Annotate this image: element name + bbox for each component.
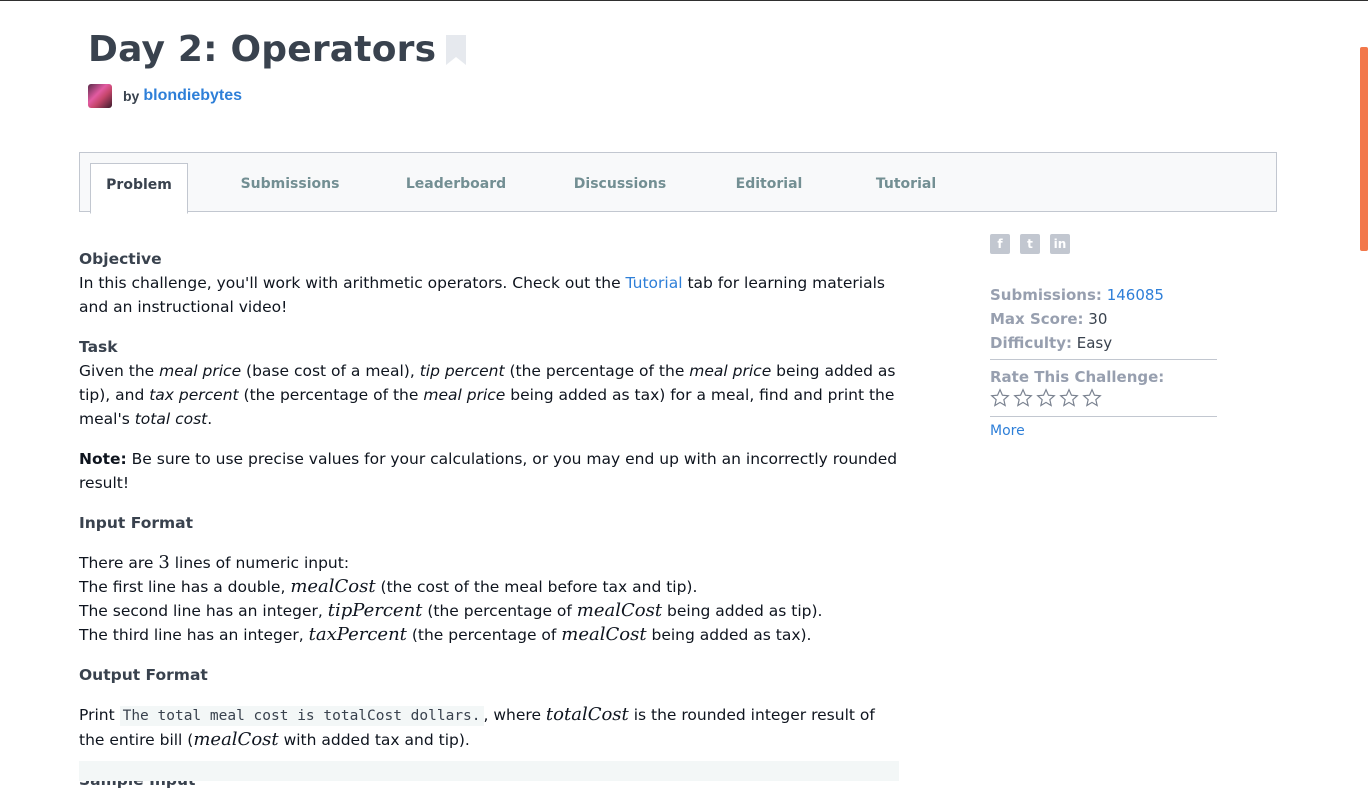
max-score-label: Max Score: xyxy=(990,310,1084,328)
task-emphasis: total cost xyxy=(134,410,208,428)
output-text: Print xyxy=(79,706,120,724)
author-row: by blondiebytes xyxy=(88,84,466,108)
math-variable: mealCost xyxy=(290,576,376,597)
tab-submissions[interactable]: Submissions xyxy=(230,163,350,214)
difficulty-value: Easy xyxy=(1076,334,1113,352)
challenge-tabs: Problem Submissions Leaderboard Discussi… xyxy=(79,152,1277,214)
facebook-icon[interactable]: f xyxy=(990,234,1010,254)
tab-leaderboard[interactable]: Leaderboard xyxy=(400,163,512,214)
output-text: with added tax and tip). xyxy=(278,731,470,749)
input-text: There are xyxy=(79,554,159,572)
task-emphasis: tax percent xyxy=(149,386,239,404)
output-format-body: Print The total meal cost is totalCost d… xyxy=(79,703,899,752)
star-icon[interactable] xyxy=(1013,388,1033,408)
star-icon[interactable] xyxy=(990,388,1010,408)
more-link[interactable]: More xyxy=(990,423,1217,439)
sample-input-box xyxy=(79,761,899,781)
task-section: Task Given the meal price (base cost of … xyxy=(79,335,899,431)
input-format-section: Input Format xyxy=(79,511,899,535)
star-icon[interactable] xyxy=(1036,388,1056,408)
output-format-heading: Output Format xyxy=(79,666,208,684)
rating-stars xyxy=(990,388,1217,408)
output-code: The total meal cost is totalCost dollars… xyxy=(119,706,484,726)
submissions-label: Submissions: xyxy=(990,286,1102,304)
input-text: (the percentage of xyxy=(406,626,562,644)
challenge-header: Day 2: Operators by blondiebytes xyxy=(88,29,467,108)
star-icon[interactable] xyxy=(1082,388,1102,408)
title-row: Day 2: Operators xyxy=(88,29,467,70)
note-text: Be sure to use precise values for your c… xyxy=(79,450,898,492)
tutorial-link[interactable]: Tutorial xyxy=(626,274,683,292)
math-variable: mealCost xyxy=(561,624,647,645)
task-text: Given the xyxy=(79,362,160,380)
rate-challenge: Rate This Challenge: xyxy=(990,368,1217,417)
tab-editorial[interactable]: Editorial xyxy=(728,163,810,214)
submissions-count-link[interactable]: 146085 xyxy=(1107,286,1164,304)
input-text: The third line has an integer, xyxy=(79,626,309,644)
objective-heading: Objective xyxy=(79,250,162,268)
difficulty-stat: Difficulty: Easy xyxy=(990,331,1217,355)
task-emphasis: meal price xyxy=(159,362,242,380)
input-text: The second line has an integer, xyxy=(79,602,328,620)
task-text: (the percentage of the xyxy=(504,362,690,380)
tab-problem[interactable]: Problem xyxy=(90,163,188,214)
input-format-heading: Input Format xyxy=(79,514,194,532)
input-format-body: There are 3 lines of numeric input: The … xyxy=(79,551,899,647)
objective-text: In this challenge, you'll work with arit… xyxy=(79,274,626,292)
task-text: . xyxy=(207,410,213,428)
tab-discussions[interactable]: Discussions xyxy=(566,163,674,214)
input-text: (the percentage of xyxy=(422,602,577,620)
math-variable: totalCost xyxy=(545,704,629,725)
scrollbar-thumb[interactable] xyxy=(1360,47,1368,251)
input-text: being added as tax). xyxy=(646,626,812,644)
note-section: Note: Be sure to use precise values for … xyxy=(79,447,899,495)
linkedin-icon[interactable]: in xyxy=(1050,234,1070,254)
page-title: Day 2: Operators xyxy=(88,29,437,70)
input-text: (the cost of the meal before tax and tip… xyxy=(375,578,698,596)
math-variable: mealCost xyxy=(576,600,663,621)
input-text: being added as tip). xyxy=(662,602,823,620)
rate-label: Rate This Challenge: xyxy=(990,368,1165,386)
author-link[interactable]: blondiebytes xyxy=(143,87,242,105)
task-emphasis: meal price xyxy=(689,362,772,380)
note-label: Note: xyxy=(79,450,127,468)
submissions-stat: Submissions: 146085 xyxy=(990,283,1217,307)
math-variable: taxPercent xyxy=(308,624,407,645)
social-share: f t in xyxy=(990,234,1217,254)
output-text: , where xyxy=(483,706,546,724)
avatar[interactable] xyxy=(88,84,112,108)
difficulty-label: Difficulty: xyxy=(990,334,1072,352)
problem-statement: Objective In this challenge, you'll work… xyxy=(79,247,899,808)
task-text: (base cost of a meal), xyxy=(241,362,420,380)
task-emphasis: tip percent xyxy=(419,362,505,380)
star-icon[interactable] xyxy=(1059,388,1079,408)
task-heading: Task xyxy=(79,338,118,356)
tab-tutorial[interactable]: Tutorial xyxy=(866,163,946,214)
input-text: The first line has a double, xyxy=(79,578,291,596)
challenge-stats: Submissions: 146085 Max Score: 30 Diffic… xyxy=(990,283,1217,360)
task-emphasis: meal price xyxy=(423,386,506,404)
bookmark-icon[interactable] xyxy=(446,35,467,70)
output-format-section: Output Format xyxy=(79,663,899,687)
math-variable: tipPercent xyxy=(327,600,423,621)
objective-section: Objective In this challenge, you'll work… xyxy=(79,247,899,319)
max-score-stat: Max Score: 30 xyxy=(990,307,1217,331)
math-number: 3 xyxy=(158,552,170,573)
max-score-value: 30 xyxy=(1088,310,1108,328)
math-variable: mealCost xyxy=(193,729,279,750)
input-text: lines of numeric input: xyxy=(169,554,350,572)
twitter-icon[interactable]: t xyxy=(1020,234,1040,254)
by-label: by xyxy=(123,88,140,104)
task-text: (the percentage of the xyxy=(238,386,424,404)
challenge-sidebar: f t in Submissions: 146085 Max Score: 30… xyxy=(990,234,1217,439)
